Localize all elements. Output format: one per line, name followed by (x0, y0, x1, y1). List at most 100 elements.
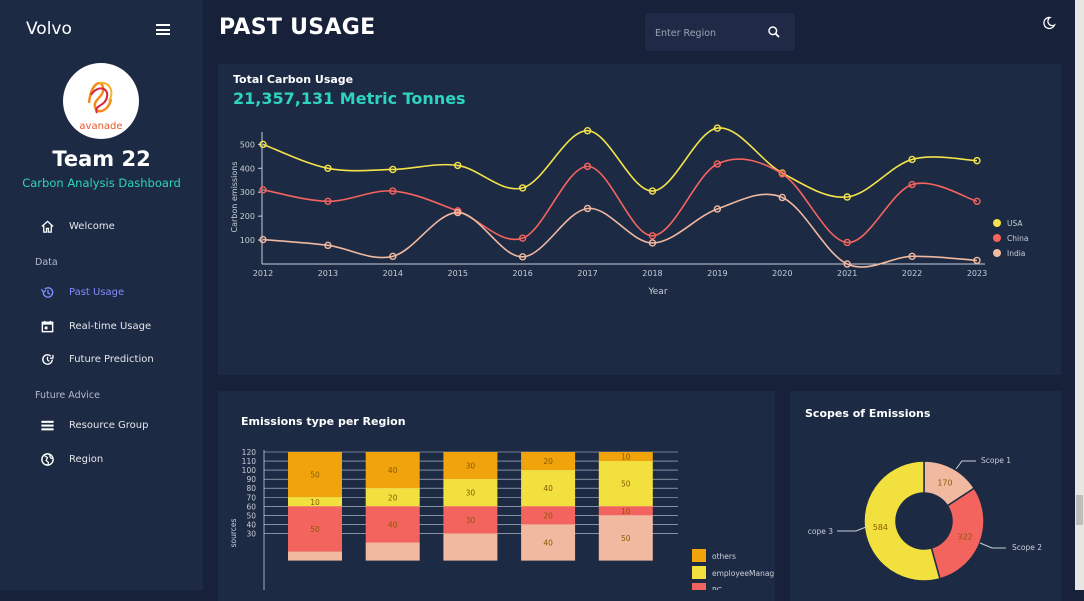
y-axis-label: Carbon emissions (230, 162, 239, 233)
scopes-card: Scopes of Emissions 170 322 584 Scope 1 Scop… (790, 391, 1061, 601)
emissions-bar-chart: 30405060708090100110120sources5010504020… (229, 448, 774, 590)
globe-icon (41, 452, 54, 466)
bar-value-label: 40 (388, 466, 398, 475)
slice-value-label: 584 (873, 523, 888, 532)
x-axis-label: Year (647, 287, 667, 297)
series-line-china (262, 158, 978, 244)
bar-value-label: 40 (388, 520, 398, 529)
region-search-input[interactable] (653, 23, 765, 43)
nav-past-usage[interactable]: Past Usage (40, 283, 124, 301)
scrollbar-thumb[interactable] (1076, 495, 1083, 525)
bar-segment (365, 542, 420, 561)
bar-value-label: 50 (621, 480, 631, 489)
bar-value-label: 50 (621, 534, 631, 543)
slice-label: Scope 2 (1012, 543, 1042, 552)
bar-segment (443, 533, 498, 561)
slice-label: cope 3 (808, 527, 833, 536)
leader-line (955, 460, 976, 470)
series-line-india (262, 193, 978, 268)
total-carbon-card: Total Carbon Usage 21,357,131 Metric Ton… (218, 64, 1061, 375)
y-tick-label: 110 (242, 457, 257, 466)
bar-value-label: 20 (543, 511, 553, 520)
legend-label: employeeManag (712, 569, 774, 578)
slice-value-label: 170 (937, 478, 952, 487)
x-tick-label: 2021 (837, 269, 857, 278)
bar-value-label: 30 (466, 489, 476, 498)
scopes-donut-chart: 170 322 584 Scope 1 Scope 2 cope 3 (808, 456, 1042, 582)
bar-value-label: 30 (466, 516, 476, 525)
y-tick-label: 100 (242, 466, 257, 475)
x-tick-label: 2023 (967, 269, 987, 278)
nav-past-usage-label: Past Usage (69, 286, 125, 298)
bar-value-label: 20 (388, 493, 398, 502)
x-tick-label: 2012 (253, 269, 273, 278)
nav-resource-group[interactable]: Resource Group (40, 416, 148, 434)
y-tick-label: 50 (246, 511, 256, 520)
x-tick-label: 2014 (383, 269, 403, 278)
bar-value-label: 50 (310, 471, 320, 480)
slice-value-label: 322 (958, 533, 973, 542)
bar-value-label: 10 (621, 453, 631, 462)
legend-marker-china (993, 234, 1001, 242)
bar-value-label: 50 (310, 525, 320, 534)
y-tick-label: 400 (240, 164, 255, 173)
team-subtitle: Carbon Analysis Dashboard (22, 176, 181, 190)
x-tick-label: 2016 (512, 269, 532, 278)
search-icon[interactable] (767, 25, 781, 39)
team-logo: avanade (63, 63, 139, 139)
y-tick-label: 30 (246, 529, 256, 538)
legend-marker (692, 549, 706, 562)
nav-future-prediction[interactable]: Future Prediction (40, 350, 154, 368)
y-axis-label: sources (229, 519, 238, 548)
legend-marker (692, 566, 706, 579)
app-title: Volvo (26, 19, 72, 39)
nav-welcome[interactable]: Welcome (40, 217, 115, 235)
nav-region[interactable]: Region (40, 450, 103, 468)
x-tick-label: 2018 (642, 269, 662, 278)
menu-icon[interactable] (156, 24, 170, 35)
bar-value-label: 20 (543, 457, 553, 466)
team-name: Team 22 (52, 147, 151, 171)
bar-value-label: 40 (543, 484, 553, 493)
legend-marker (692, 583, 706, 590)
history-icon (40, 286, 54, 298)
calendar-icon (41, 320, 54, 332)
legend-label: PC (712, 586, 722, 590)
y-tick-label: 60 (246, 502, 256, 511)
section-future-advice: Future Advice (35, 390, 100, 401)
update-icon (42, 353, 54, 365)
section-data: Data (35, 257, 58, 268)
y-tick-label: 100 (240, 236, 255, 245)
carbon-line-chart: 100 200 300 400 500 2012 2013 2014 2015 2016 2017 2… (230, 124, 1028, 297)
emissions-type-card: Emissions type per Region 30 40 50 60 70 80 90… (218, 391, 775, 601)
list-icon (41, 420, 54, 430)
leader-line (837, 526, 867, 532)
y-tick-label: 40 (246, 520, 256, 529)
logo-text: avanade (79, 121, 122, 132)
nav-welcome-label: Welcome (69, 220, 115, 232)
nav-realtime-usage[interactable]: Real-time Usage (40, 317, 151, 335)
legend-marker-india (993, 249, 1001, 257)
nav-resource-group-label: Resource Group (69, 419, 149, 431)
y-tick-label: 200 (240, 212, 255, 221)
dark-mode-icon[interactable] (1042, 16, 1056, 30)
y-tick-label: 300 (240, 188, 255, 197)
nav-region-label: Region (69, 453, 104, 465)
page-title: PAST USAGE (219, 15, 376, 40)
region-search (645, 13, 795, 51)
y-tick-label: 120 (242, 448, 257, 457)
legend-label: China (1007, 234, 1028, 243)
x-tick-label: 2022 (902, 269, 922, 278)
sidebar: Volvo avanade Team 22 Carbon Analysis Da… (0, 0, 203, 590)
bar-value-label: 30 (466, 462, 476, 471)
leader-line (979, 542, 1006, 549)
slice-label: Scope 1 (981, 456, 1011, 465)
legend-label: India (1007, 249, 1025, 258)
bar-value-label: 10 (621, 507, 631, 516)
bar-segment (288, 551, 342, 561)
x-tick-label: 2020 (772, 269, 792, 278)
bar-value-label: 10 (310, 498, 320, 507)
bar-value-label: 40 (543, 539, 553, 548)
nav-realtime-usage-label: Real-time Usage (69, 320, 152, 332)
y-tick-label: 70 (246, 493, 256, 502)
